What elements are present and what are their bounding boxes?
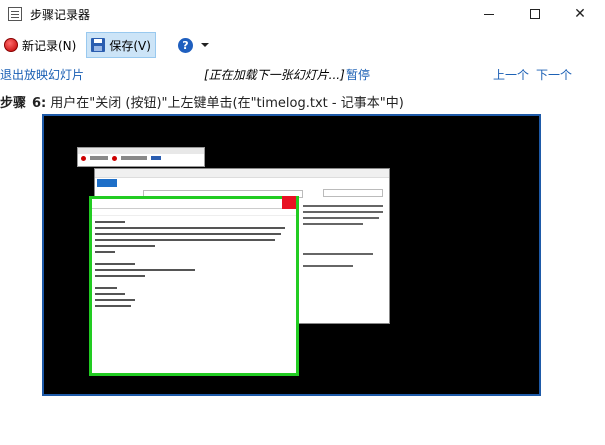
close-button[interactable]: ✕ — [557, 0, 603, 28]
step-number: 6: — [32, 96, 47, 111]
new-record-label: 新记录(N) — [22, 38, 77, 53]
slideshow-nav: 退出放映幻灯片 [正在加载下一张幻灯片...] 暂停 上一个 下一个 — [0, 66, 590, 82]
new-record-button[interactable]: 新记录(N) — [0, 32, 80, 58]
toolbar: 新记录(N) 保存(V) ? — [0, 30, 605, 60]
window-title: 步骤记录器 — [30, 7, 91, 22]
pause-link[interactable]: 暂停 — [346, 66, 370, 83]
screenshot-close-highlight — [282, 196, 296, 209]
app-icon — [8, 7, 22, 21]
step-text: 用户在"关闭 (按钮)"上左键单击(在"timelog.txt - 记事本"中) — [50, 96, 404, 111]
screenshot-steps-recorder-window — [77, 147, 205, 167]
previous-link[interactable]: 上一个 — [493, 66, 529, 83]
save-button[interactable]: 保存(V) — [86, 32, 156, 58]
minimize-button[interactable] — [466, 0, 512, 28]
help-icon[interactable]: ? — [177, 37, 193, 53]
close-icon: ✕ — [574, 6, 586, 22]
save-icon — [91, 38, 106, 52]
help-dropdown-icon[interactable] — [200, 43, 209, 47]
save-label: 保存(V) — [109, 38, 151, 53]
maximize-button[interactable] — [512, 0, 558, 28]
maximize-icon — [530, 9, 540, 19]
screenshot-notepad-window — [89, 196, 299, 376]
record-icon — [4, 38, 18, 52]
step-screenshot — [42, 114, 541, 396]
step-label: 步骤 — [0, 96, 27, 111]
exit-slideshow-link[interactable]: 退出放映幻灯片 — [0, 66, 84, 83]
minimize-icon — [484, 13, 494, 15]
loading-status: [正在加载下一张幻灯片...] — [204, 68, 345, 82]
step-description: 步骤 6: 用户在"关闭 (按钮)"上左键单击(在"timelog.txt - 记事… — [0, 92, 404, 111]
next-link[interactable]: 下一个 — [536, 66, 572, 83]
